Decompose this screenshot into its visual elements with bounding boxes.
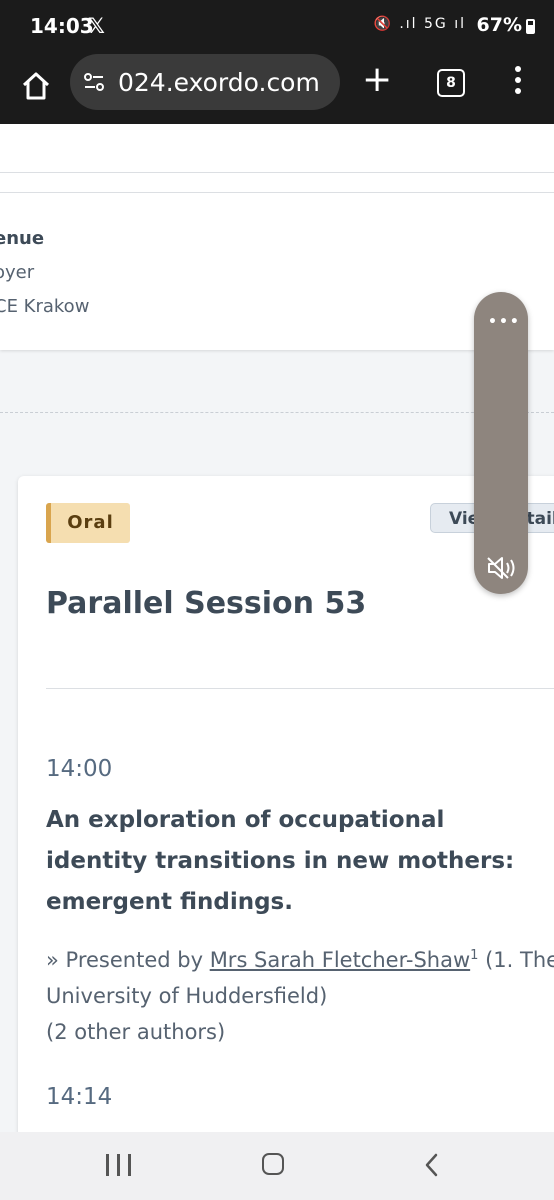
divider bbox=[46, 688, 554, 689]
more-menu-icon[interactable] bbox=[510, 66, 526, 96]
other-authors[interactable]: (2 other authors) bbox=[46, 1020, 225, 1044]
back-icon[interactable] bbox=[422, 1152, 442, 1178]
site-settings-icon[interactable] bbox=[82, 70, 106, 94]
volume-mute-icon[interactable] bbox=[486, 554, 516, 582]
tab-switcher-button[interactable]: 8 bbox=[437, 69, 465, 97]
x-app-icon: 𝕏 bbox=[88, 14, 105, 38]
venue-label: enue bbox=[0, 228, 45, 249]
more-options-icon[interactable]: ••• bbox=[488, 314, 521, 330]
browser-toolbar: 024.exordo.com + 8 bbox=[0, 52, 554, 124]
venue-place: CE Krakow bbox=[0, 296, 90, 317]
venue-room: oyer bbox=[0, 262, 35, 283]
talk-time: 14:14 bbox=[46, 1084, 113, 1110]
new-tab-icon[interactable]: + bbox=[362, 62, 392, 98]
floating-sound-control[interactable]: ••• bbox=[474, 292, 528, 594]
presenter-line: » Presented by Mrs Sarah Fletcher-Shaw1 … bbox=[46, 938, 554, 1014]
session-card: Oral View Details Parallel Session 53 14… bbox=[18, 476, 554, 1132]
web-page: enue oyer CE Krakow Oral View Details Pa… bbox=[0, 124, 554, 1132]
address-bar[interactable]: 024.exordo.com bbox=[70, 54, 340, 110]
system-nav-bar bbox=[0, 1132, 554, 1200]
status-bar: 14:03 𝕏 🔇 .ıl 5G ıl 67% bbox=[0, 0, 554, 52]
divider bbox=[0, 172, 554, 173]
battery-level: 67% bbox=[476, 14, 522, 36]
session-title: Parallel Session 53 bbox=[46, 586, 367, 621]
talk-title[interactable]: An exploration of occupational identity … bbox=[46, 800, 546, 923]
signal-icons: 🔇 .ıl 5G ıl bbox=[373, 16, 466, 32]
clock: 14:03 bbox=[30, 14, 94, 38]
presented-by-label: » Presented by bbox=[46, 948, 210, 972]
session-type-badge: Oral bbox=[46, 503, 130, 543]
home-icon[interactable] bbox=[18, 68, 54, 104]
home-nav-icon[interactable] bbox=[262, 1153, 284, 1175]
talk-time: 14:00 bbox=[46, 756, 113, 782]
battery-icon bbox=[526, 19, 535, 34]
divider bbox=[0, 192, 554, 193]
presenter-link[interactable]: Mrs Sarah Fletcher-Shaw bbox=[210, 948, 470, 972]
url-text: 024.exordo.com bbox=[118, 68, 320, 97]
venue-card: enue oyer CE Krakow bbox=[0, 124, 554, 350]
dashed-separator bbox=[0, 412, 554, 413]
recent-apps-icon[interactable] bbox=[106, 1154, 132, 1176]
